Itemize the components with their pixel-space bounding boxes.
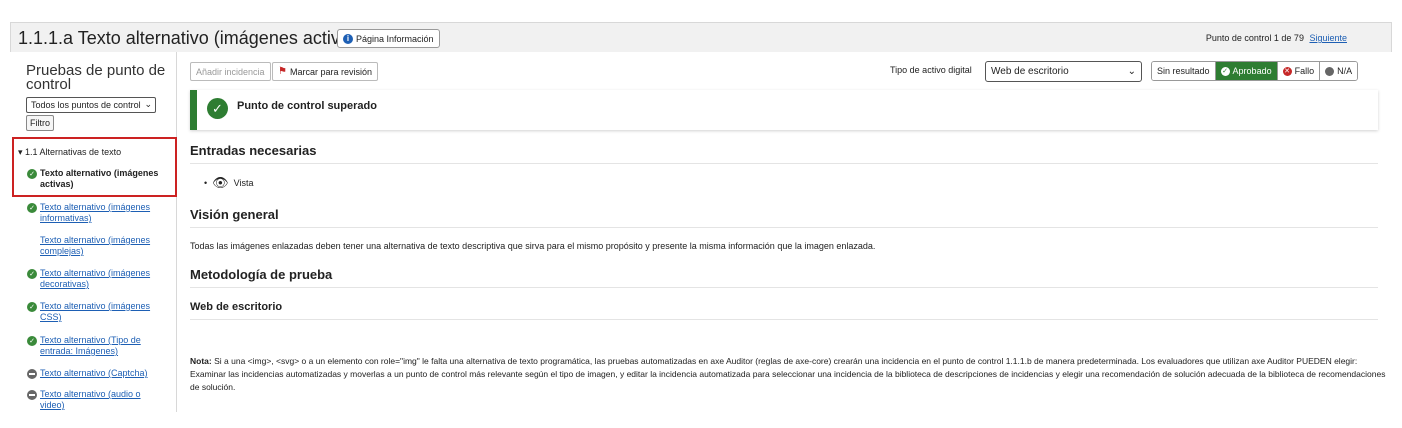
na-circle-icon [27,369,37,379]
sidebar-item-label: Texto alternativo (imágenes informativas… [40,202,151,223]
methodology-heading: Metodología de prueba [190,267,333,282]
na-circle-icon [27,390,37,400]
mark-for-review-button[interactable]: ⚑ Marcar para revisión [272,62,378,81]
check-circle-icon: ✓ [27,203,37,213]
check-circle-icon: ✓ [27,269,37,279]
asset-type-value: Web de escritorio [991,66,1069,77]
required-inputs-heading: Entradas necesarias [190,143,317,158]
sidebar-item-informative-images[interactable]: ✓ Texto alternativo (imágenes informativ… [27,202,167,224]
fail-label: Fallo [1294,66,1315,76]
note-text: Si a una <img>, <svg> o a un elemento co… [190,356,1386,392]
check-circle-icon: ✓ [27,336,37,346]
divider [190,287,1378,288]
divider [190,163,1378,164]
page-title: 1.1.1.a Texto alternativo (imágenes acti… [18,28,365,48]
fail-button[interactable]: ✕ Fallo [1277,62,1321,80]
overview-heading: Visión general [190,207,279,222]
next-checkpoint-link[interactable]: Siguiente [1309,33,1347,43]
overview-text: Todas las imágenes enlazadas deben tener… [190,241,876,251]
info-icon: i [343,33,353,44]
sidebar-item-label: Texto alternativo (audio o video) [40,389,141,410]
page-info-label: Página Información [356,33,434,44]
methodology-note: Nota: Si a una <img>, <svg> o a un eleme… [190,355,1386,394]
page-info-button[interactable]: i Página Información [337,29,440,48]
flag-icon: ⚑ [278,66,287,77]
sidebar-item-complex-images[interactable]: Texto alternativo (imágenes complejas) [27,235,167,257]
add-issue-button[interactable]: Añadir incidencia [190,62,271,81]
note-label: Nota: [190,356,212,366]
sidebar-item-captcha[interactable]: Texto alternativo (Captcha) [27,368,167,379]
sidebar-item-image-inputs[interactable]: ✓ Texto alternativo (Tipo de entrada: Im… [27,335,167,357]
checkpoint-filter-value: Todos los puntos de control [31,100,141,110]
sidebar-item-label: Texto alternativo (Captcha) [40,368,148,378]
sidebar-item-label: Texto alternativo (imágenes complejas) [40,235,151,256]
sidebar-item-label: Texto alternativo (imágenes CSS) [40,301,151,322]
checkpoint-filter-select[interactable]: Todos los puntos de control ⌄ [26,97,156,113]
sidebar-item-label: Texto alternativo (imágenes decorativas) [40,268,151,289]
pass-button[interactable]: ✓ Aprobado [1215,62,1278,80]
required-input-item: • 👁 Vista [204,175,254,191]
mark-for-review-label: Marcar para revisión [289,66,372,77]
checkpoint-content: Añadir incidencia ⚑ Marcar para revisión… [178,52,1392,412]
sidebar-item-css-images[interactable]: ✓ Texto alternativo (imágenes CSS) [27,301,167,323]
bullet: • [204,178,208,188]
checkpoint-sidebar: Pruebas de punto de control Todos los pu… [10,52,177,412]
divider [190,319,1378,320]
asset-type-select[interactable]: Web de escritorio ⌄ [985,61,1142,82]
na-circle-icon [1325,66,1335,76]
na-label: N/A [1337,66,1353,76]
x-circle-icon: ✕ [1282,66,1292,76]
sidebar-item-label: Texto alternativo (Tipo de entrada: Imág… [40,335,141,356]
sidebar-item-audio-video[interactable]: Texto alternativo (audio o video) [27,389,167,411]
divider [190,227,1378,228]
filter-button[interactable]: Filtro [26,115,54,131]
check-circle-icon: ✓ [27,302,37,312]
checkpoint-passed-banner: ✓ Punto de control superado [190,90,1378,130]
pass-label: Aprobado [1232,66,1272,76]
methodology-subheading: Web de escritorio [190,301,283,313]
na-button[interactable]: N/A [1320,62,1358,80]
checkpoint-counter-text: Punto de control 1 de 79 [1205,33,1304,43]
no-result-button[interactable]: Sin resultado [1152,62,1216,80]
check-circle-icon: ✓ [1220,66,1230,76]
banner-text: Punto de control superado [237,100,377,112]
required-input-label: Vista [233,178,254,188]
chevron-down-icon: ⌄ [144,99,152,109]
check-circle-icon: ✓ [207,98,228,119]
eye-icon: 👁 [212,175,229,190]
asset-type-label: Tipo de activo digital [890,65,972,75]
sidebar-title: Pruebas de punto de control [26,62,166,93]
sidebar-item-decorative-images[interactable]: ✓ Texto alternativo (imágenes decorativa… [27,268,167,290]
check-circle-icon: ✓ [27,169,37,179]
sidebar-item-label: Texto alternativo (imágenes activas) [40,168,159,189]
sidebar-item-active-images[interactable]: ✓ Texto alternativo (imágenes activas) [27,168,167,190]
checkpoint-counter: Punto de control 1 de 79 Siguiente [1206,33,1347,43]
chevron-down-icon: ⌄ [1127,66,1136,77]
result-toggle-group: Sin resultado ✓ Aprobado ✕ Fallo N/A [1151,61,1359,81]
page-header: 1.1.1.a Texto alternativo (imágenes acti… [10,22,1392,52]
